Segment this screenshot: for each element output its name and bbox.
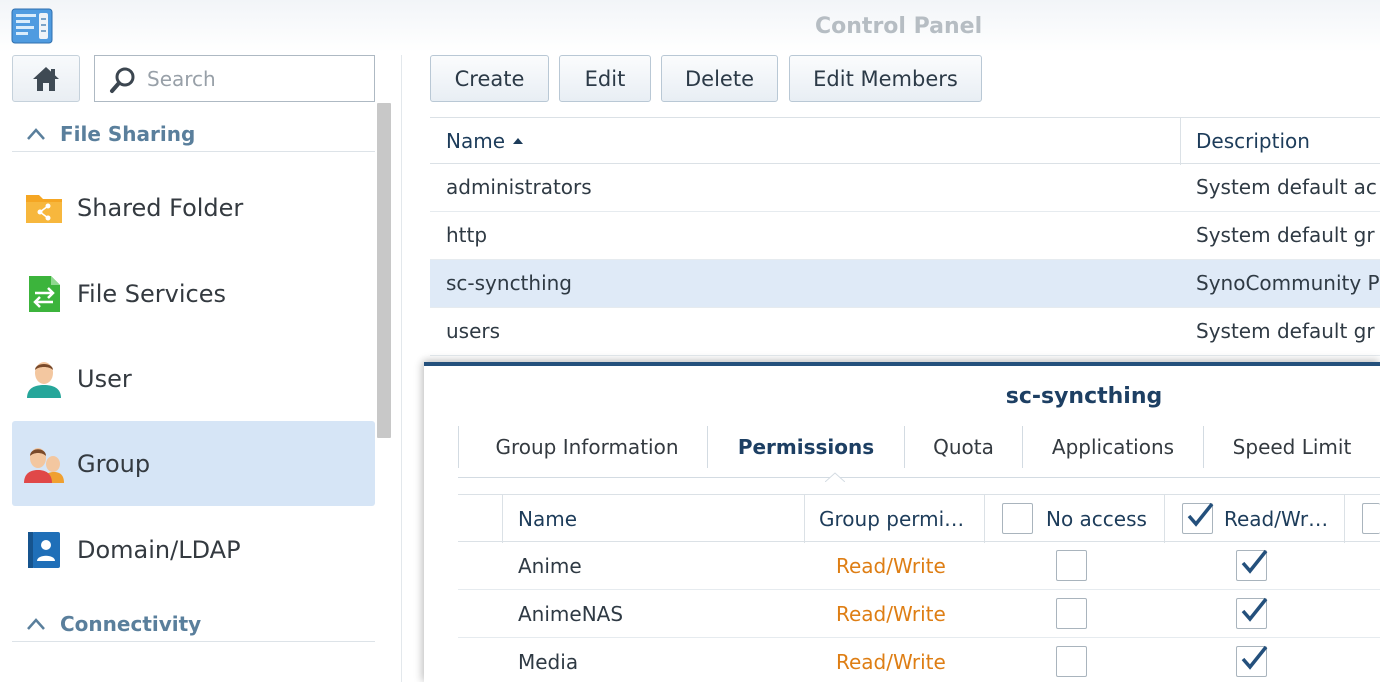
table-row[interactable]: users System default gr [430, 308, 1380, 356]
sidebar-item-label: File Services [77, 279, 226, 308]
section-file-sharing[interactable]: File Sharing [12, 116, 375, 152]
group-description: System default ac [1196, 175, 1377, 199]
column-divider [1164, 495, 1165, 543]
read-only-all-checkbox[interactable] [1362, 503, 1380, 534]
shared-folder-name: AnimeNAS [518, 602, 624, 626]
group-name: http [446, 223, 488, 247]
column-header-no-access: No access [1046, 507, 1147, 531]
sidebar-item-domain-ldap[interactable]: Domain/LDAP [12, 507, 375, 592]
column-header-name[interactable]: Name [518, 507, 577, 531]
create-button[interactable]: Create [430, 55, 549, 102]
file-services-icon [29, 276, 60, 312]
table-row[interactable]: http System default gr [430, 212, 1380, 260]
group-detail-dialog: sc-syncthing Group Information Permissio… [424, 362, 1380, 682]
dialog-title: sc-syncthing [1005, 384, 1163, 409]
sort-ascending-icon [513, 138, 524, 144]
column-divider [502, 495, 503, 543]
column-divider [1344, 495, 1345, 543]
no-access-checkbox[interactable] [1056, 598, 1087, 629]
shared-folder-icon [26, 195, 62, 223]
table-row[interactable]: AnimeNAS Read/Write [458, 590, 1380, 638]
group-permission-value: Read/Write [836, 602, 946, 626]
group-name: administrators [446, 175, 592, 199]
home-icon [33, 66, 59, 91]
read-write-checkbox[interactable] [1236, 549, 1268, 581]
group-name: sc-syncthing [446, 271, 573, 295]
search-box[interactable] [94, 55, 375, 102]
group-name: users [446, 319, 501, 343]
tab-quota[interactable]: Quota [905, 426, 1022, 468]
section-label: Connectivity [60, 611, 202, 636]
window-title: Control Panel [815, 14, 983, 39]
sidebar-item-group[interactable]: Group [12, 421, 375, 506]
sidebar-item-label: User [77, 364, 132, 393]
edit-button[interactable]: Edit [559, 55, 651, 102]
column-header-name[interactable]: Name [446, 129, 524, 153]
tab-group-information[interactable]: Group Information [468, 426, 706, 468]
no-access-all-checkbox[interactable] [1002, 503, 1033, 534]
search-input[interactable] [147, 65, 367, 93]
table-row[interactable]: administrators System default ac [430, 164, 1380, 212]
shared-folder-name: Anime [518, 554, 582, 578]
column-header-read-write: Read/Wr… [1224, 507, 1329, 531]
tab-divider [458, 426, 459, 468]
sidebar-item-shared-folder[interactable]: Shared Folder [12, 165, 375, 250]
delete-button[interactable]: Delete [661, 55, 778, 102]
column-header-label: Name [446, 129, 506, 153]
sidebar-scrollbar[interactable] [377, 103, 391, 438]
group-description: System default gr [1196, 223, 1375, 247]
group-icon [24, 448, 64, 483]
shared-folder-name: Media [518, 650, 579, 674]
no-access-checkbox[interactable] [1056, 646, 1087, 677]
sidebar-item-label: Domain/LDAP [77, 535, 241, 564]
checkmark-icon [1241, 597, 1268, 622]
checkmark-icon [1241, 549, 1268, 574]
sidebar-item-file-services[interactable]: File Services [12, 251, 375, 336]
checkmark-icon [1241, 645, 1268, 670]
user-icon [27, 362, 61, 398]
column-header-group-permission[interactable]: Group permi… [819, 507, 964, 531]
domain-ldap-icon [28, 532, 60, 568]
checkmark-icon [1187, 502, 1214, 527]
section-label: File Sharing [60, 121, 196, 146]
edit-members-button[interactable]: Edit Members [789, 55, 982, 102]
no-access-checkbox[interactable] [1056, 550, 1087, 581]
sidebar-item-label: Group [77, 449, 151, 478]
table-header: Name Description [430, 117, 1380, 165]
section-connectivity[interactable]: Connectivity [12, 606, 375, 642]
column-divider [984, 495, 985, 543]
table-row[interactable]: sc-syncthing SynoCommunity P [430, 260, 1380, 308]
tab-speed-limit[interactable]: Speed Limit [1204, 426, 1380, 468]
column-header-description[interactable]: Description [1196, 129, 1310, 153]
search-icon [110, 67, 135, 93]
pane-divider [401, 55, 402, 682]
tab-applications[interactable]: Applications [1023, 426, 1203, 468]
home-button[interactable] [12, 55, 80, 102]
read-write-checkbox[interactable] [1236, 597, 1268, 629]
table-row[interactable]: Anime Read/Write [458, 542, 1380, 590]
chevron-up-icon [27, 127, 45, 140]
read-write-checkbox[interactable] [1236, 645, 1268, 677]
sidebar-item-label: Shared Folder [77, 193, 244, 222]
chevron-up-icon [27, 617, 45, 630]
table-row[interactable]: Media Read/Write [458, 638, 1380, 682]
group-description: System default gr [1196, 319, 1375, 343]
active-tab-indicator [825, 472, 845, 482]
column-divider[interactable] [1180, 118, 1181, 165]
sidebar-item-user[interactable]: User [12, 336, 375, 421]
read-write-all-checkbox[interactable] [1182, 502, 1214, 534]
group-description: SynoCommunity P [1196, 271, 1380, 295]
dialog-tabs: Group Information Permissions Quota Appl… [458, 426, 1380, 482]
tab-permissions[interactable]: Permissions [708, 426, 904, 468]
group-permission-value: Read/Write [836, 554, 946, 578]
title-bar: Control Panel [0, 0, 1380, 52]
group-permission-value: Read/Write [836, 650, 946, 674]
column-divider [804, 495, 805, 543]
table-header: Name Group permi… No access Read/Wr… [458, 494, 1380, 543]
control-panel-icon [11, 8, 53, 44]
